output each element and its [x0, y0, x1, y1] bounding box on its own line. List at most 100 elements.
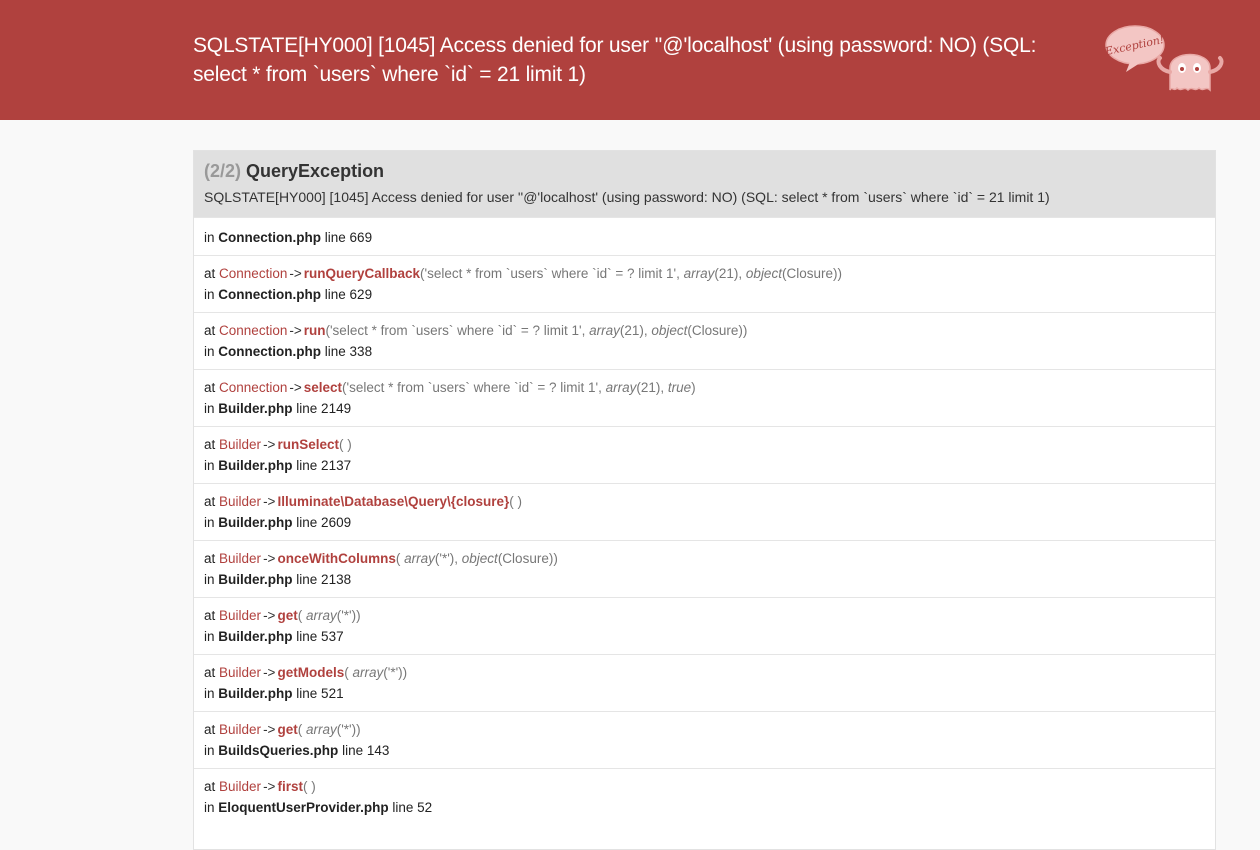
arg-type: array	[683, 266, 715, 281]
arrow: ->	[263, 779, 276, 794]
trace-frame: at Builder -> first( ) in EloquentUserProvi…	[194, 768, 1215, 825]
in-label: in	[204, 515, 215, 530]
at-label: at	[204, 323, 216, 338]
trace-line: line 2609	[296, 515, 352, 530]
trace-line: line 338	[324, 344, 373, 359]
frame-args: (21),	[619, 323, 652, 338]
frame-args: ('*'))	[336, 608, 361, 623]
frame-function: run	[303, 323, 326, 338]
in-label: in	[204, 800, 215, 815]
frame-args: (Closure))	[497, 551, 558, 566]
frame-args: ('*'))	[383, 665, 408, 680]
arg-type: array	[305, 722, 337, 737]
arg-type: object	[461, 551, 498, 566]
trace-line: line 2137	[296, 458, 352, 473]
in-label: in	[204, 458, 215, 473]
trace-file: Builder.php	[218, 458, 293, 473]
trace-frame: at Builder -> get( array('*')) in Builder.p…	[194, 597, 1215, 654]
trace-frame: at Builder -> Illuminate\Database\Query\{c…	[194, 483, 1215, 540]
at-label: at	[204, 722, 216, 737]
trace-file: BuildsQueries.php	[218, 743, 339, 758]
frame-class: Connection	[219, 266, 288, 281]
arg-type: array	[589, 323, 620, 338]
in-label: in	[204, 401, 215, 416]
trace-file: Builder.php	[218, 686, 293, 701]
frame-function: runQueryCallback	[303, 266, 421, 281]
trace-frame: at Builder -> getModels( array('*')) in Bui…	[194, 654, 1215, 711]
trace-file: Builder.php	[218, 629, 293, 644]
at-label: at	[204, 779, 216, 794]
trace-line: line 2138	[296, 572, 352, 587]
frame-args: )	[513, 494, 523, 509]
frame-args: )	[307, 779, 316, 794]
frame-class: Builder	[219, 608, 262, 623]
trace-file: EloquentUserProvider.php	[218, 800, 389, 815]
exception-count: (2/2)	[204, 161, 242, 181]
frame-args: )	[343, 437, 352, 452]
trace-frame: at Connection -> select('select * from `us…	[194, 369, 1215, 426]
trace-file: Builder.php	[218, 572, 293, 587]
trace-frame: at Connection -> runQueryCallback('select …	[194, 255, 1215, 312]
in-label: in	[204, 743, 215, 758]
exception-heading: (2/2) QueryException SQLSTATE[HY000] [104…	[194, 151, 1215, 217]
in-label: in	[204, 287, 215, 302]
stack-trace-list: at Connection -> runQueryCallback('select …	[194, 255, 1215, 825]
in-label: in	[204, 230, 215, 245]
exception-message: SQLSTATE[HY000] [1045] Access denied for…	[204, 189, 1050, 205]
trace-file: Connection.php	[218, 344, 322, 359]
frame-function: get	[277, 608, 298, 623]
trace-frame: at Builder -> onceWithColumns( array('*'),…	[194, 540, 1215, 597]
frame-args: ('*'))	[336, 722, 361, 737]
at-label: at	[204, 494, 216, 509]
arrow: ->	[263, 437, 276, 452]
trace-line: line 143	[342, 743, 390, 758]
exception-name: QueryException	[246, 161, 385, 181]
error-title: SQLSTATE[HY000] [1045] Access denied for…	[193, 34, 1037, 86]
arg-type: true	[667, 380, 692, 395]
trace-line: line 537	[296, 629, 344, 644]
arrow: ->	[263, 722, 276, 737]
frame-class: Builder	[219, 665, 262, 680]
frame-args: 'select * from `users` where `id` = ? li…	[329, 323, 590, 338]
frame-class: Builder	[219, 551, 262, 566]
trace-line: line 629	[324, 287, 373, 302]
trace-file: Builder.php	[218, 401, 293, 416]
in-label: in	[204, 686, 215, 701]
arrow: ->	[289, 266, 302, 281]
in-label: in	[204, 344, 215, 359]
trace-line: line 2149	[296, 401, 352, 416]
frame-class: Connection	[219, 380, 288, 395]
arrow: ->	[289, 323, 302, 338]
arrow: ->	[263, 608, 276, 623]
frame-class: Builder	[219, 437, 262, 452]
exception-ghost-logo: Exception!	[1103, 25, 1224, 92]
trace-file: Connection.php	[218, 287, 322, 302]
frame-args: (21),	[714, 266, 746, 281]
trace-line: line 52	[392, 800, 433, 815]
exception-title: (2/2) QueryException	[204, 161, 1205, 181]
trace-frame: at Builder -> get( array('*')) in BuildsQue…	[194, 711, 1215, 768]
exception-panel: (2/2) QueryException SQLSTATE[HY000] [104…	[193, 150, 1216, 850]
frame-class: Builder	[219, 722, 262, 737]
trace-file: Connection.php	[218, 230, 322, 245]
trace-line: line 521	[296, 686, 344, 701]
in-label: in	[204, 572, 215, 587]
frame-function: Illuminate\Database\Query\{closure}	[277, 494, 510, 509]
frame-function: onceWithColumns	[277, 551, 396, 566]
arrow: ->	[263, 665, 276, 680]
trace-frame-origin: in Connection.php line 669	[194, 217, 1215, 255]
trace-frame: at Builder -> runSelect( ) in Builder.php l…	[194, 426, 1215, 483]
frame-function: getModels	[277, 665, 345, 680]
arg-type: array	[305, 608, 337, 623]
arg-type: object	[651, 323, 688, 338]
arg-type: array	[605, 380, 637, 395]
frame-function: first	[277, 779, 303, 794]
frame-args: 'select * from `users` where `id` = ? li…	[424, 266, 684, 281]
trace-file: Builder.php	[218, 515, 293, 530]
at-label: at	[204, 551, 216, 566]
at-label: at	[204, 437, 216, 452]
frame-function: runSelect	[277, 437, 339, 452]
frame-args: (21),	[636, 380, 668, 395]
arrow: ->	[263, 494, 276, 509]
arg-type: object	[745, 266, 782, 281]
